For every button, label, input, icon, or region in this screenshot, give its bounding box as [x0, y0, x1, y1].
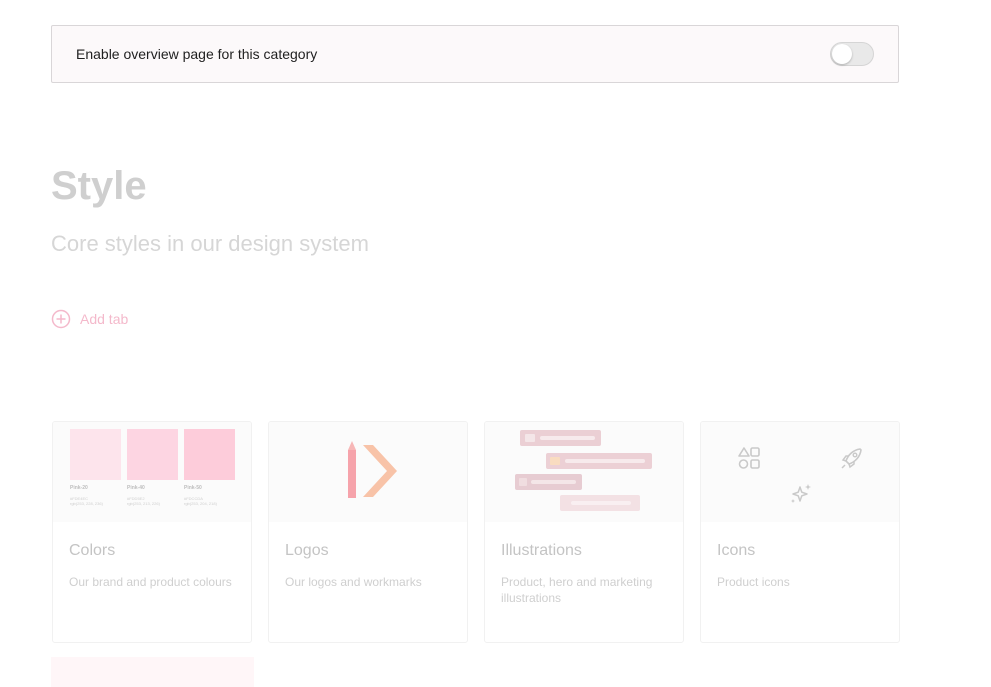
partial-card-placeholder	[51, 657, 254, 687]
page-subtitle: Core styles in our design system	[51, 231, 369, 256]
category-card-illustrations[interactable]: Illustrations Product, hero and marketin…	[484, 421, 684, 643]
overview-toggle-label: Enable overview page for this category	[76, 46, 318, 62]
card-title: Logos	[285, 542, 329, 559]
card-title: Illustrations	[501, 542, 582, 559]
swatch-meta: #FDCCDA rgb(253, 204, 218)	[184, 496, 244, 506]
card-description: Our brand and product colours	[69, 575, 232, 589]
add-tab-label: Add tab	[80, 311, 129, 327]
swatch-rgb: rgb(253, 228, 236)	[70, 501, 103, 506]
swatch-rgb: rgb(253, 204, 218)	[184, 501, 217, 506]
swatch-meta: #FDE4EC rgb(253, 228, 236)	[70, 496, 130, 506]
shapes-icon	[738, 447, 760, 469]
rocket-icon	[841, 448, 862, 469]
color-swatch	[184, 429, 235, 480]
toggle-knob	[832, 44, 852, 64]
card-title: Colors	[69, 542, 116, 559]
logo-mark-icon	[348, 441, 397, 498]
page-title: Style	[51, 164, 147, 208]
plus-circle-icon	[51, 309, 71, 329]
card-description: Product, hero and marketing illustration…	[501, 575, 653, 605]
logos-preview	[269, 422, 467, 522]
overview-toggle[interactable]	[830, 42, 874, 66]
swatch-rgb: rgb(253, 213, 226)	[127, 501, 160, 506]
card-title: Icons	[717, 542, 756, 559]
illustration-bars-icon	[515, 430, 652, 511]
category-card-logos[interactable]: Logos Our logos and workmarks	[268, 421, 468, 643]
card-description: Product icons	[717, 575, 790, 589]
card-description: Our logos and workmarks	[285, 575, 422, 589]
swatch-meta: #FDD5E2 rgb(253, 213, 226)	[127, 496, 187, 506]
icons-preview	[701, 422, 899, 522]
illustrations-preview	[485, 422, 683, 522]
swatch-name: Pink-40	[127, 485, 145, 491]
colors-preview: Pink-20 #FDE4EC rgb(253, 228, 236) Pink-…	[53, 422, 251, 522]
color-swatch	[70, 429, 121, 480]
swatch-name: Pink-20	[70, 485, 88, 491]
overview-toggle-bar: Enable overview page for this category	[51, 25, 899, 83]
category-card-icons[interactable]: Icons Product icons	[700, 421, 900, 643]
sparkles-icon	[791, 484, 811, 503]
swatch-name: Pink-50	[184, 485, 202, 491]
styleguide-page: Enable overview page for this category S…	[0, 0, 991, 687]
category-card-colors[interactable]: Pink-20 #FDE4EC rgb(253, 228, 236) Pink-…	[52, 421, 252, 643]
add-tab-button[interactable]: Add tab	[51, 309, 128, 329]
color-swatch	[127, 429, 178, 480]
